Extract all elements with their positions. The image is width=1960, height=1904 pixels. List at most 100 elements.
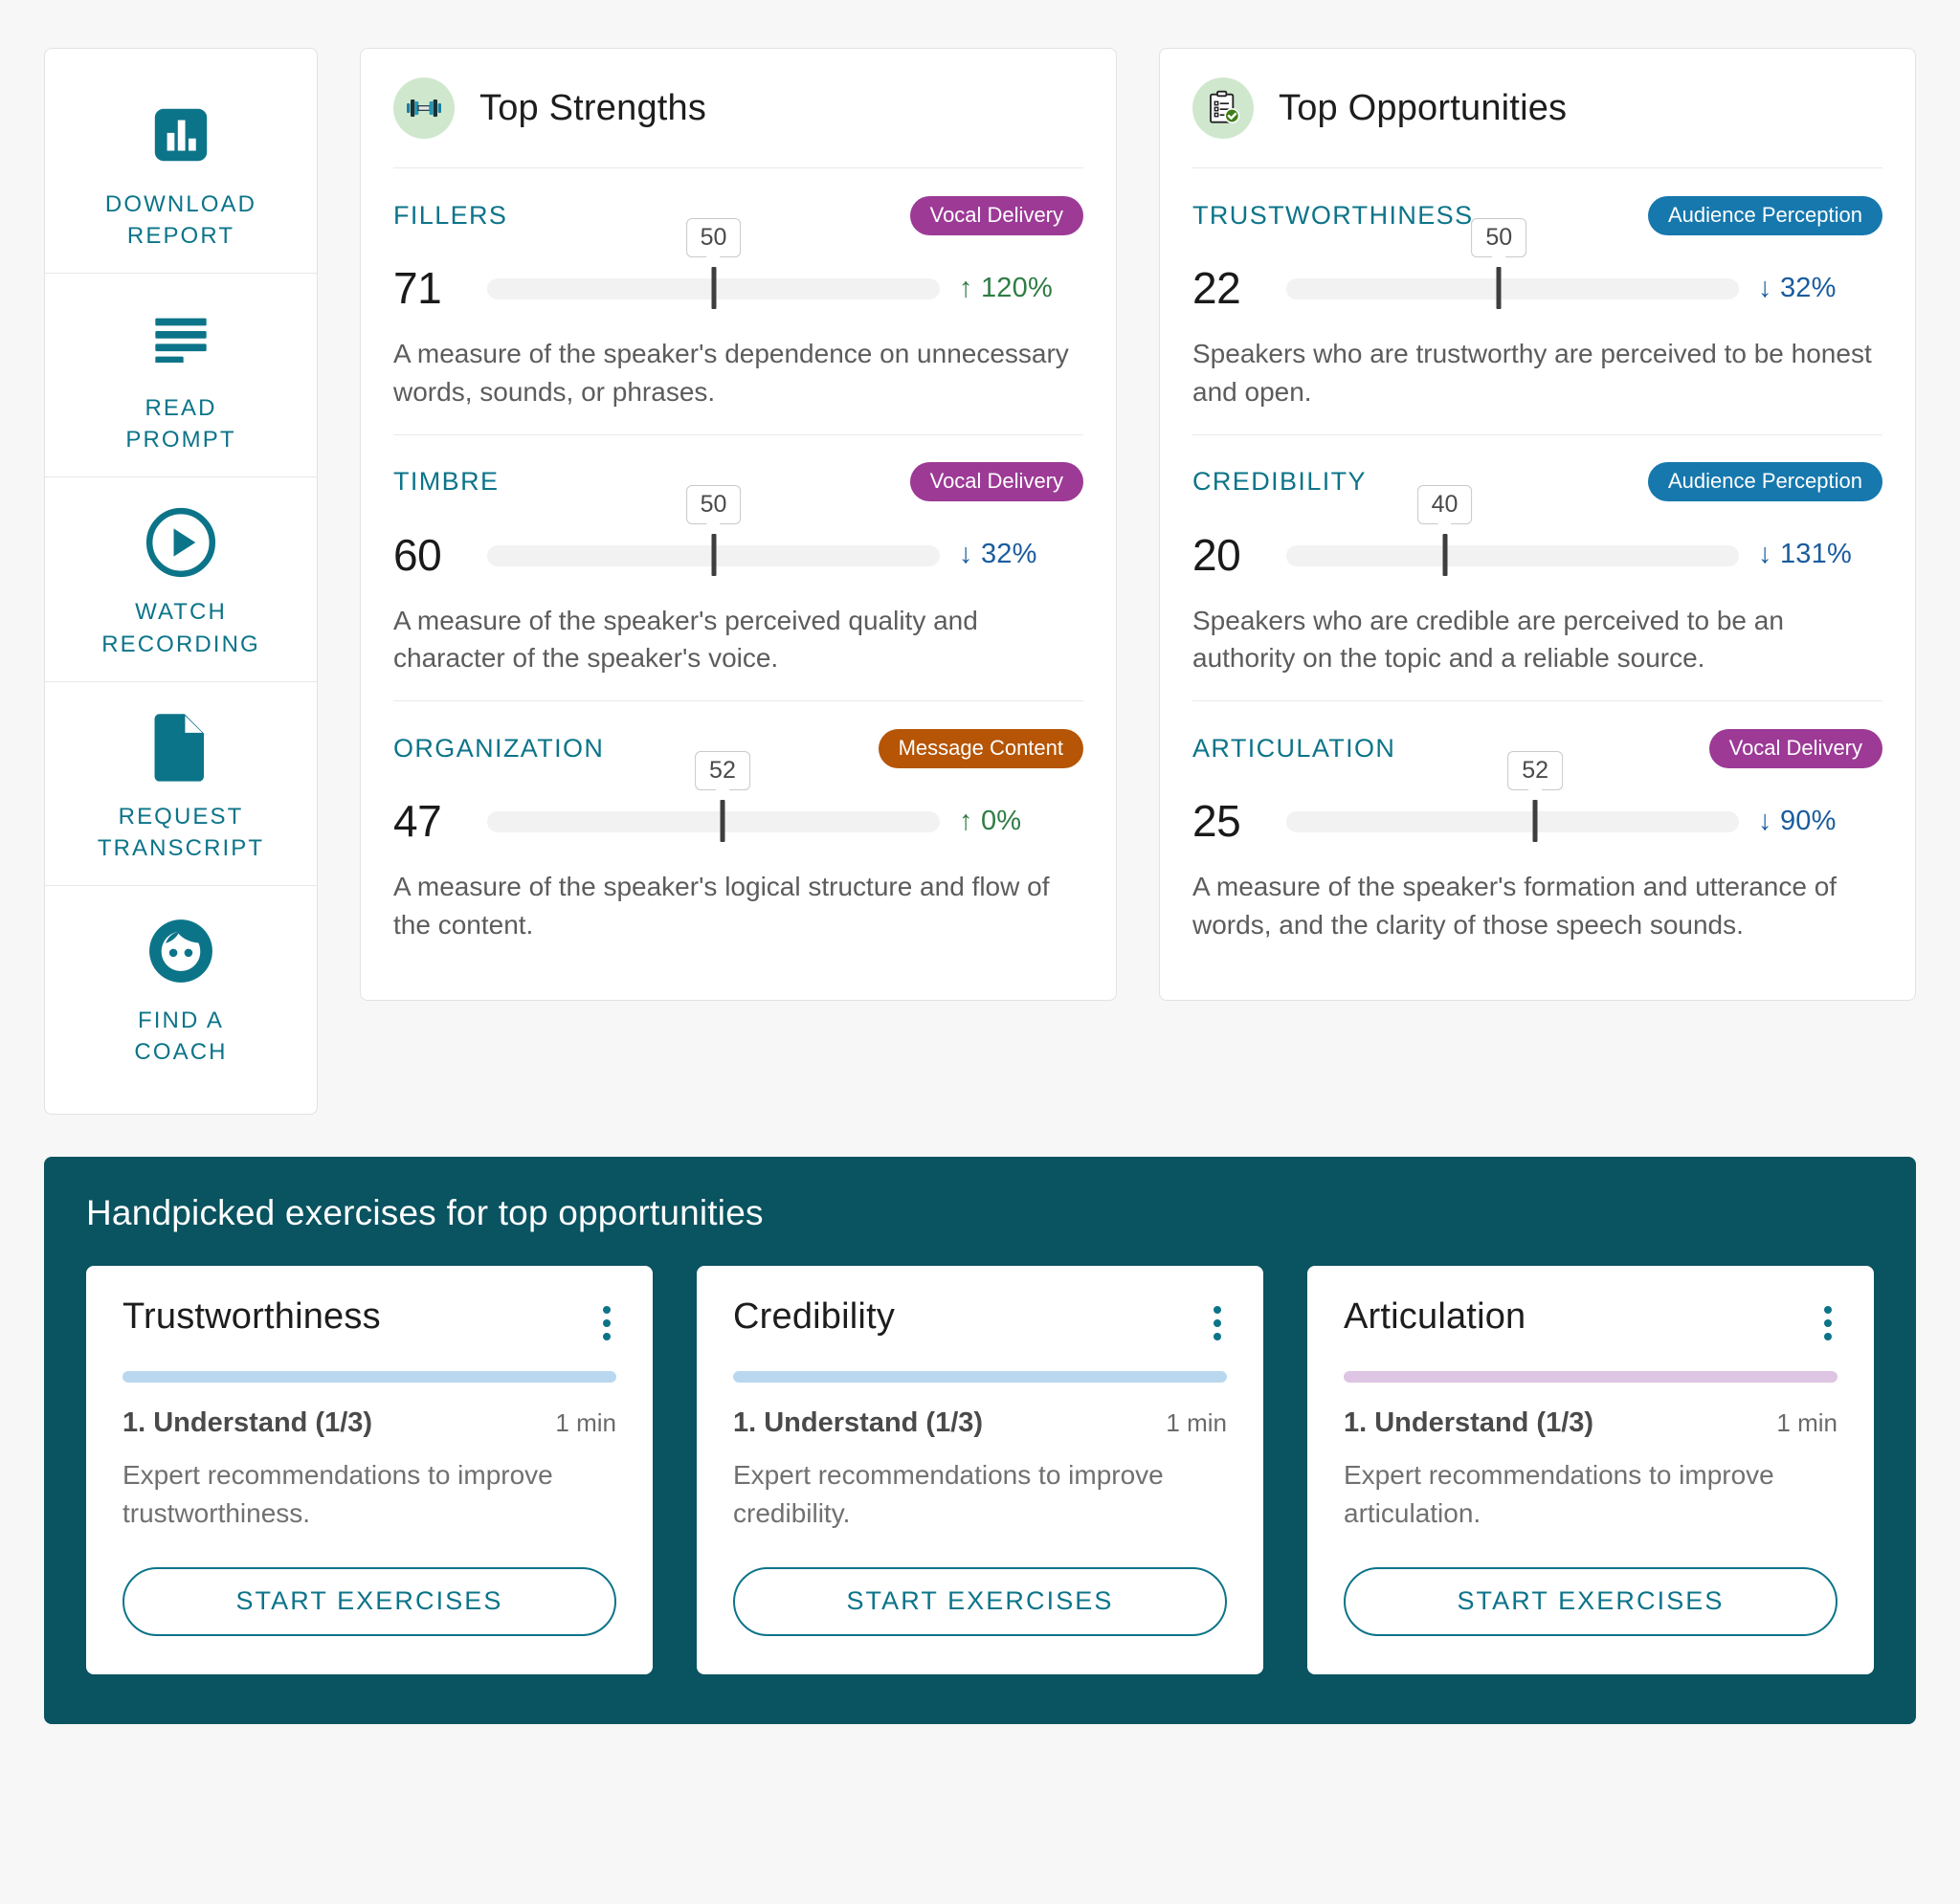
more-options-icon[interactable] (1818, 1296, 1838, 1350)
dumbbell-icon (393, 77, 455, 139)
handpicked-exercises-banner: Handpicked exercises for top opportuniti… (44, 1157, 1916, 1725)
metric-bar-row: 71 50 ↑ 120% (393, 218, 1083, 314)
benchmark-marker (1532, 800, 1538, 842)
exercise-card: Articulation 1. Understand (1/3) 1 min Expe… (1307, 1266, 1874, 1675)
exercises-title: Handpicked exercises for top opportuniti… (86, 1193, 764, 1233)
metric-delta: ↓ 32% (959, 539, 1037, 569)
sidebar-item-watch-recording[interactable]: WATCH RECORDING (45, 476, 317, 680)
bar-chart-icon (66, 95, 296, 175)
metric-delta: ↑ 120% (959, 272, 1053, 303)
benchmark-tooltip: 50 (685, 218, 742, 257)
progress-track[interactable]: 40 (1286, 484, 1739, 576)
exercise-description: Expert recommendations to improve trustw… (122, 1460, 553, 1529)
clipboard-check-icon (1192, 77, 1254, 139)
exercise-step-row: 1. Understand (1/3) 1 min (1344, 1407, 1838, 1439)
exercise-divider (1344, 1371, 1838, 1384)
metric-score: 71 (393, 263, 442, 313)
top-strengths-card: Top Strengths FILLERS Vocal Delivery 71 50 ↑… (360, 48, 1117, 1001)
metric-row: ORGANIZATION Message Content 47 52 ↑ 0% A mea… (393, 700, 1083, 967)
metric-score: 25 (1192, 796, 1241, 846)
exercise-step-label: 1. Understand (1/3) (122, 1407, 373, 1439)
progress-background (1286, 544, 1739, 566)
metric-name: ORGANIZATION (393, 733, 605, 763)
exercise-card-header: Articulation (1344, 1296, 1838, 1350)
exercise-card: Credibility 1. Understand (1/3) 1 min Exper… (697, 1266, 1263, 1675)
metric-header: TRUSTWORTHINESS Audience Perception (1192, 193, 1882, 237)
progress-track[interactable]: 52 (1286, 751, 1739, 842)
sidebar-item-request-transcript[interactable]: REQUEST TRANSCRIPT (45, 680, 317, 885)
exercise-duration: 1 min (555, 1408, 616, 1438)
metric-description: A measure of the speaker's perceived qua… (393, 605, 978, 674)
metric-delta: ↓ 131% (1758, 539, 1852, 569)
exercise-divider (122, 1371, 616, 1384)
exercise-title: Trustworthiness (122, 1296, 381, 1338)
play-circle-icon (66, 502, 296, 583)
start-exercises-button[interactable]: START EXERCISES (122, 1567, 616, 1637)
benchmark-marker (1496, 267, 1502, 309)
benchmark-tooltip: 52 (1507, 751, 1564, 790)
sidebar-item-read-prompt[interactable]: READ PROMPT (45, 273, 317, 476)
metric-score: 47 (393, 796, 442, 846)
card-header: Top Opportunities (1192, 77, 1882, 168)
opportunities-metric-list: TRUSTWORTHINESS Audience Perception 22 50 ↓ … (1192, 168, 1882, 967)
exercise-card: Trustworthiness 1. Understand (1/3) 1 min E… (86, 1266, 653, 1675)
document-icon (66, 707, 296, 787)
exercise-duration: 1 min (1776, 1408, 1838, 1438)
metric-delta: ↓ 32% (1758, 272, 1837, 303)
metric-bar-row: 22 50 ↓ 32% (1192, 218, 1882, 314)
benchmark-marker (1442, 533, 1448, 576)
start-exercises-button[interactable]: START EXERCISES (1344, 1567, 1838, 1637)
sidebar-item-label: DOWNLOAD REPORT (104, 191, 257, 250)
exercise-step-row: 1. Understand (1/3) 1 min (122, 1407, 616, 1439)
benchmark-tooltip: 40 (1416, 484, 1473, 524)
metric-bar-row: 25 52 ↓ 90% (1192, 751, 1882, 847)
metric-description: A measure of the speaker's formation and… (1192, 872, 1838, 940)
category-badge: Audience Perception (1647, 195, 1882, 235)
progress-track[interactable]: 52 (487, 751, 940, 842)
exercise-step-label: 1. Understand (1/3) (1344, 1407, 1594, 1439)
metric-name: FILLERS (393, 200, 508, 230)
strengths-metric-list: FILLERS Vocal Delivery 71 50 ↑ 120% A measure… (393, 168, 1083, 967)
progress-track[interactable]: 50 (487, 218, 940, 309)
metric-score: 20 (1192, 529, 1241, 580)
sidebar-item-find-a-coach[interactable]: FIND A COACH (45, 884, 317, 1089)
exercise-description: Expert recommendations to improve credib… (733, 1460, 1164, 1529)
more-options-icon[interactable] (1208, 1296, 1227, 1350)
progress-background (1286, 278, 1739, 299)
category-badge: Vocal Delivery (1708, 728, 1882, 768)
start-exercises-button[interactable]: START EXERCISES (733, 1567, 1227, 1637)
progress-background (487, 811, 940, 832)
metric-bar-row: 47 52 ↑ 0% (393, 751, 1083, 847)
sidebar-item-label: REQUEST TRANSCRIPT (97, 803, 265, 861)
benchmark-marker (720, 800, 725, 842)
card-title: Top Strengths (479, 87, 707, 128)
more-options-icon[interactable] (597, 1296, 616, 1350)
benchmark-tooltip: 50 (1471, 218, 1527, 257)
progress-track[interactable]: 50 (1286, 218, 1739, 309)
metric-description: A measure of the speaker's dependence on… (393, 339, 1069, 407)
metric-name: TRUSTWORTHINESS (1192, 200, 1474, 230)
metric-description: Speakers who are trustworthy are perceiv… (1192, 339, 1872, 407)
exercise-title: Credibility (733, 1296, 896, 1338)
sidebar-item-download-report[interactable]: DOWNLOAD REPORT (45, 70, 317, 273)
progress-background (1286, 811, 1739, 832)
benchmark-tooltip: 52 (695, 751, 750, 790)
exercise-title: Articulation (1344, 1296, 1526, 1338)
exercise-duration: 1 min (1166, 1408, 1227, 1438)
category-badge: Vocal Delivery (909, 462, 1083, 501)
metric-row: FILLERS Vocal Delivery 71 50 ↑ 120% A measure… (393, 168, 1083, 434)
exercise-card-list: Trustworthiness 1. Understand (1/3) 1 min E… (86, 1266, 1874, 1675)
metric-row: CREDIBILITY Audience Perception 20 40 ↓ 131%… (1192, 433, 1882, 701)
benchmark-marker (711, 533, 716, 576)
metric-bar-row: 20 40 ↓ 131% (1192, 484, 1882, 581)
exercise-divider (733, 1371, 1227, 1384)
exercise-step-label: 1. Understand (1/3) (733, 1407, 984, 1439)
actions-sidebar: DOWNLOAD REPORT READ PROMPT WATCH RECORDIN… (44, 48, 318, 1116)
metric-name: CREDIBILITY (1192, 467, 1367, 496)
top-opportunities-card: Top Opportunities TRUSTWORTHINESS Audienc… (1159, 48, 1916, 1001)
progress-track[interactable]: 50 (487, 484, 940, 576)
category-badge: Vocal Delivery (909, 195, 1083, 235)
top-row: DOWNLOAD REPORT READ PROMPT WATCH RECORDIN… (44, 48, 1916, 1116)
sidebar-item-label: FIND A COACH (134, 1007, 228, 1065)
coach-face-icon (66, 911, 296, 991)
